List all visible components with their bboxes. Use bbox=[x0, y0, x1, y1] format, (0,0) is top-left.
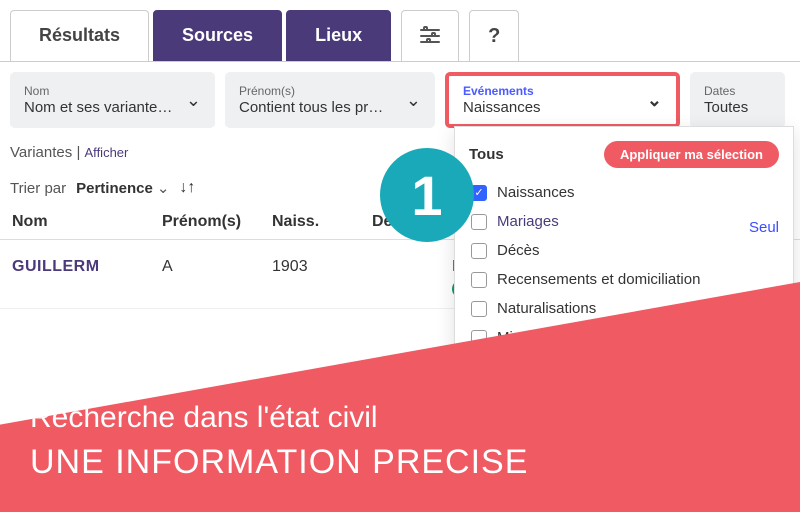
chevron-down-icon: ⌄ bbox=[186, 90, 201, 111]
apply-selection-button[interactable]: Appliquer ma sélection bbox=[604, 141, 779, 168]
filter-prenom-value: Contient tous les pr… bbox=[239, 99, 383, 116]
option-label: Mariages bbox=[497, 213, 559, 230]
filter-dates-value: Toutes bbox=[704, 99, 748, 116]
dropdown-option[interactable]: Décès bbox=[471, 242, 777, 259]
sort-mode-select[interactable]: Pertinence ⌄ bbox=[76, 179, 169, 197]
filter-nom-label: Nom bbox=[24, 84, 172, 98]
filter-nom[interactable]: Nom Nom et ses variante… ⌄ bbox=[10, 72, 215, 128]
tabs-bar: Résultats Sources Lieux ? bbox=[0, 0, 800, 61]
checkbox-icon[interactable] bbox=[471, 301, 487, 317]
chevron-down-icon: ⌄ bbox=[157, 179, 170, 197]
checkbox-icon[interactable] bbox=[471, 243, 487, 259]
banner-line2: UNE INFORMATION PRECISE bbox=[30, 443, 770, 482]
divider: | bbox=[76, 144, 84, 161]
sliders-icon bbox=[420, 27, 440, 45]
col-prenom: Prénom(s) bbox=[162, 213, 272, 231]
tab-resultats[interactable]: Résultats bbox=[10, 10, 149, 61]
chevron-down-icon: ⌄ bbox=[406, 90, 421, 111]
sort-direction-icon[interactable] bbox=[179, 179, 197, 197]
col-naiss: Naiss. bbox=[272, 213, 372, 231]
filter-prenom-label: Prénom(s) bbox=[239, 84, 383, 98]
dropdown-option[interactable]: Mariages bbox=[471, 213, 777, 230]
sort-label: Trier par bbox=[10, 180, 66, 197]
filter-evenements-value: Naissances bbox=[463, 99, 541, 116]
option-label: Naissances bbox=[497, 184, 575, 201]
filter-dates-label: Dates bbox=[704, 84, 748, 98]
filter-evenements[interactable]: Evénements Naissances ⌄ bbox=[445, 72, 680, 128]
filter-evenements-label: Evénements bbox=[463, 84, 541, 98]
dropdown-tous[interactable]: Tous bbox=[469, 146, 504, 163]
dropdown-option[interactable]: ✓ Naissances bbox=[471, 184, 777, 201]
filter-prenom[interactable]: Prénom(s) Contient tous les pr… ⌄ bbox=[225, 72, 435, 128]
checkbox-icon[interactable] bbox=[471, 272, 487, 288]
cell-prenom: A bbox=[162, 258, 272, 276]
filter-nom-value: Nom et ses variante… bbox=[24, 99, 172, 116]
tab-sources[interactable]: Sources bbox=[153, 10, 282, 61]
col-nom: Nom bbox=[12, 213, 162, 231]
banner-line1: Recherche dans l'état civil bbox=[30, 401, 770, 435]
seul-link[interactable]: Seul bbox=[749, 219, 779, 236]
help-tab[interactable]: ? bbox=[469, 10, 519, 61]
variants-label: Variantes bbox=[10, 144, 72, 161]
option-label: Décès bbox=[497, 242, 540, 259]
filter-dates[interactable]: Dates Toutes bbox=[690, 72, 785, 128]
tab-lieux[interactable]: Lieux bbox=[286, 10, 391, 61]
filters-icon-tab[interactable] bbox=[401, 10, 459, 61]
cell-naiss: 1903 bbox=[272, 258, 372, 276]
chevron-down-icon: ⌄ bbox=[647, 90, 662, 111]
variants-show-link[interactable]: Afficher bbox=[85, 145, 129, 160]
cell-nom: GUILLERM bbox=[12, 258, 162, 276]
option-label: Recensements et domiciliation bbox=[497, 271, 700, 288]
dropdown-option[interactable]: Recensements et domiciliation bbox=[471, 271, 777, 288]
promo-banner: Recherche dans l'état civil UNE INFORMAT… bbox=[0, 282, 800, 512]
step-badge: 1 bbox=[380, 148, 474, 242]
option-label: Naturalisations bbox=[497, 300, 596, 317]
sort-mode-value: Pertinence bbox=[76, 180, 153, 197]
checkbox-icon[interactable] bbox=[471, 214, 487, 230]
